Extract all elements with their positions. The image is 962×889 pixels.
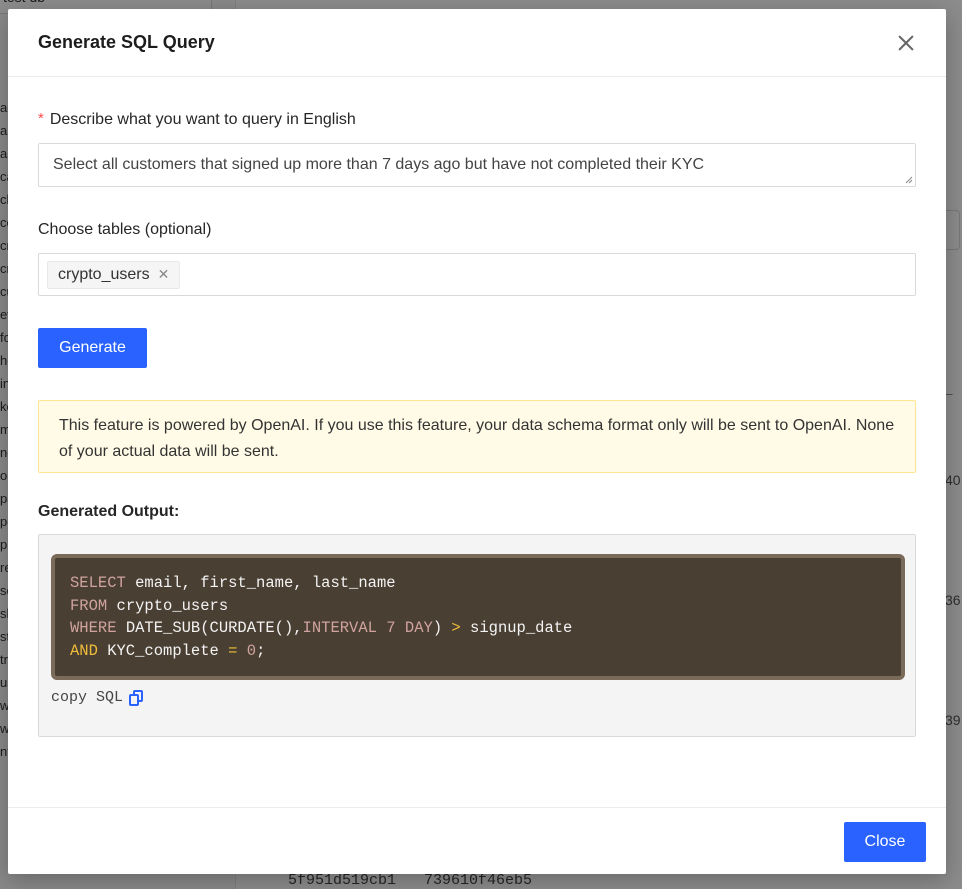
sql-token: ) [432,619,452,638]
sql-line: FROM crypto_users [70,595,886,618]
table-tag-label: crypto_users [58,265,150,283]
required-asterisk: * [38,109,44,127]
description-value: Select all customers that signed up more… [53,156,705,173]
tag-close-icon[interactable]: ✕ [158,266,170,283]
tables-label: Choose tables (optional) [38,221,212,238]
sql-token: ; [256,642,266,661]
sql-token: 7 [386,619,396,638]
sql-token: SELECT [70,574,126,592]
description-label-text: Describe what you want to query in Engli… [49,111,356,128]
close-button[interactable]: Close [844,822,926,862]
table-tag: crypto_users ✕ [47,260,181,289]
sql-token: DAY [404,619,433,638]
sql-token: INTERVAL [302,619,377,638]
output-label: Generated Output: [38,503,180,520]
generate-sql-modal: Generate SQL Query * Describe what you w… [8,9,946,874]
sql-token: DATE_SUB(CURDATE(), [116,619,303,638]
close-icon[interactable] [894,31,918,55]
sql-token: KYC_complete [97,642,229,661]
openai-notice: This feature is powered by OpenAI. If yo… [38,400,916,473]
modal-title: Generate SQL Query [38,32,215,52]
sql-code-block[interactable]: SELECT email, first_name, last_name FROM … [51,554,905,680]
modal-footer: Close [8,807,946,874]
resize-grip-icon[interactable] [905,176,913,184]
sql-token: 0 [246,642,257,661]
generate-button[interactable]: Generate [38,328,147,368]
sql-line: WHERE DATE_SUB(CURDATE(),INTERVAL 7 DAY)… [70,617,886,640]
output-box: SELECT email, first_name, last_name FROM … [38,534,916,737]
sql-token: AND [70,642,98,661]
copy-sql-label: copy SQL [51,689,124,706]
description-label: * Describe what you want to query in Eng… [38,109,356,129]
sql-line: AND KYC_complete = 0; [70,640,886,663]
copy-sql-button[interactable]: copy SQL [51,689,144,706]
sql-line: SELECT email, first_name, last_name [70,572,886,595]
copy-icon[interactable] [129,689,144,706]
sql-token: WHERE [70,619,117,638]
description-textarea[interactable]: Select all customers that signed up more… [38,143,916,187]
modal-header: Generate SQL Query [8,9,946,77]
sql-token: email, first_name, last_name [125,574,396,592]
sql-token: crypto_users [107,596,229,615]
sql-token: FROM [70,596,108,615]
sql-token: signup_date [460,619,573,638]
sql-token: > [451,619,461,638]
tables-select[interactable]: crypto_users ✕ [38,253,916,296]
